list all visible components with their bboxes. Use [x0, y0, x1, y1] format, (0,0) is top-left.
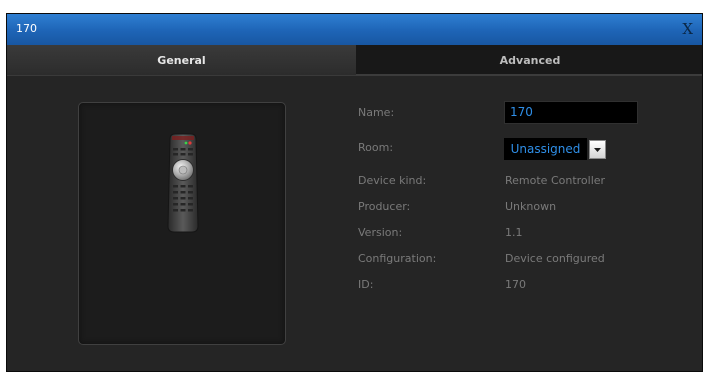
tab-advanced[interactable]: Advanced — [356, 45, 702, 76]
window-title: 170 — [16, 22, 37, 35]
configuration-value: Device configured — [505, 252, 605, 265]
remote-controller-icon — [167, 133, 199, 233]
close-icon[interactable]: X — [682, 20, 693, 38]
room-dropdown[interactable]: Unassigned — [504, 138, 606, 160]
device-dialog: 170 X General Advanced Name: 170 Room: U… — [6, 13, 703, 372]
name-label: Name: — [358, 106, 395, 119]
titlebar[interactable]: 170 X — [7, 14, 702, 46]
version-label: Version: — [358, 226, 403, 239]
producer-label: Producer: — [358, 200, 411, 213]
device-preview-panel — [78, 102, 286, 345]
id-value: 170 — [505, 278, 526, 291]
configuration-label: Configuration: — [358, 252, 437, 265]
id-label: ID: — [358, 278, 374, 291]
producer-value: Unknown — [505, 200, 557, 213]
tab-bar: General Advanced — [7, 45, 702, 76]
chevron-down-icon[interactable] — [589, 140, 606, 159]
tab-general[interactable]: General — [7, 45, 356, 76]
room-selected-value[interactable]: Unassigned — [504, 138, 587, 160]
device-kind-label: Device kind: — [358, 174, 427, 187]
device-kind-value: Remote Controller — [505, 174, 606, 187]
room-label: Room: — [358, 141, 394, 154]
name-field[interactable]: 170 — [504, 101, 638, 124]
version-value: 1.1 — [505, 226, 523, 239]
